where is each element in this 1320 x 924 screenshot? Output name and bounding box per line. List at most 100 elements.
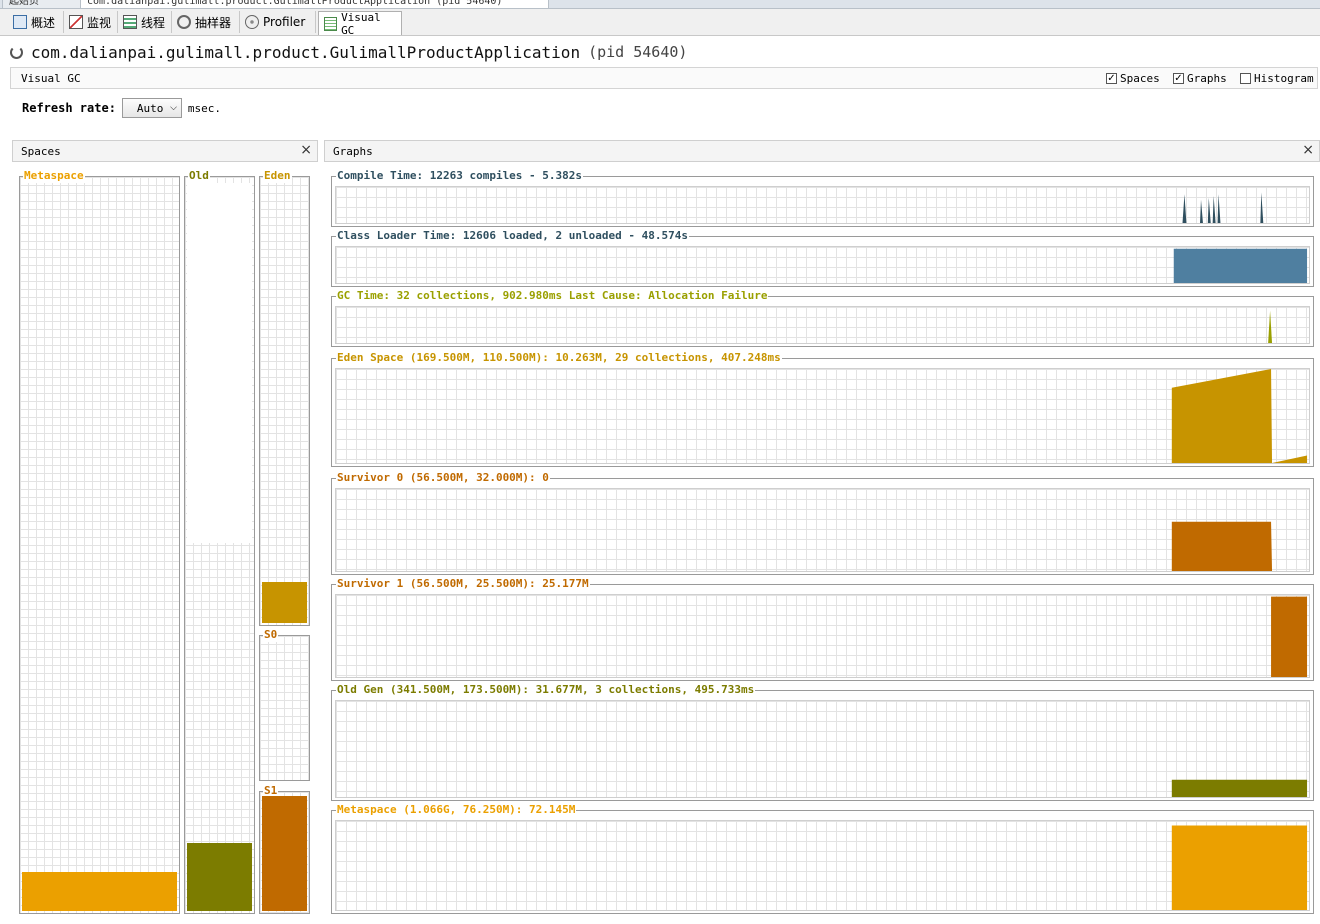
tab-visual-gc[interactable]: Visual GC xyxy=(318,10,402,37)
tab-label: Profiler xyxy=(263,15,306,29)
app-title-row: com.dalianpai.gulimall.product.GulimallP… xyxy=(10,41,687,63)
spaces-panel-title: Spaces xyxy=(21,145,61,158)
app-title: com.dalianpai.gulimall.product.GulimallP… xyxy=(31,42,581,62)
tab-label: 概述 xyxy=(31,15,56,30)
graphs-panel-title: Graphs xyxy=(333,145,373,158)
graph-label-gctime: GC Time: 32 collections, 902.980ms Last … xyxy=(336,289,769,303)
graph-label-classloader: Class Loader Time: 12606 loaded, 2 unloa… xyxy=(336,229,689,243)
sampler-icon xyxy=(177,15,191,29)
s1-area xyxy=(1271,596,1308,677)
overview-icon xyxy=(13,15,27,29)
graph-label-compile: Compile Time: 12263 compiles - 5.382s xyxy=(336,169,584,183)
close-icon[interactable]: × xyxy=(300,142,312,158)
tab-threads[interactable]: 线程 xyxy=(118,11,172,33)
spaces-check-box[interactable]: ✓ xyxy=(1106,73,1117,84)
visualgc-icon xyxy=(324,16,338,31)
space-label-s0: S0 xyxy=(263,628,279,642)
graphs-panel-header: Graphs × xyxy=(324,140,1320,162)
spaces-checkbox-label: Spaces xyxy=(1120,72,1160,85)
graph-old-gen: Old Gen (341.500M, 173.500M): 31.677M, 3… xyxy=(331,683,1314,801)
oldgen-area xyxy=(1171,779,1308,797)
space-fill-metaspace xyxy=(22,872,177,911)
refresh-rate-row: Refresh rate: Auto ⌵ msec. xyxy=(22,98,221,118)
tab-profiler[interactable]: Profiler xyxy=(240,11,316,33)
graph-compile-time: Compile Time: 12263 compiles - 5.382s xyxy=(331,169,1314,227)
s0-series xyxy=(1171,521,1273,571)
spaces-panel-header: Spaces × xyxy=(12,140,318,162)
space-fill-s1 xyxy=(262,796,307,911)
space-s1: S1 xyxy=(259,784,310,914)
visual-gc-header: Visual GC ✓ Spaces ✓ Graphs Histogram xyxy=(10,67,1318,89)
histogram-checkbox[interactable]: Histogram xyxy=(1240,72,1314,85)
refresh-rate-value: Auto xyxy=(136,101,164,115)
graph-plot-compile xyxy=(335,186,1310,224)
graphs-checkbox-label: Graphs xyxy=(1187,72,1227,85)
space-fill-old xyxy=(187,843,252,911)
refresh-rate-label: Refresh rate: xyxy=(22,101,116,115)
graph-label-eden: Eden Space (169.500M, 110.500M): 10.263M… xyxy=(336,351,782,365)
close-icon[interactable]: × xyxy=(1302,142,1314,158)
view-tabbar: 概述 监视 线程 抽样器 Profiler Visual GC xyxy=(0,9,1320,37)
oldgen-series xyxy=(1171,779,1308,797)
compile-spikes xyxy=(1182,192,1264,223)
eden-series xyxy=(1171,369,1308,463)
refresh-rate-unit: msec. xyxy=(187,101,222,115)
graph-gc-time: GC Time: 32 collections, 902.980ms Last … xyxy=(331,289,1314,347)
visual-gc-label: Visual GC xyxy=(21,72,81,85)
space-old: Old xyxy=(184,169,255,914)
histogram-checkbox-label: Histogram xyxy=(1254,72,1314,85)
threads-icon xyxy=(123,15,137,29)
tab-label: 线程 xyxy=(141,15,166,30)
graph-metaspace: Metaspace (1.066G, 76.250M): 72.145M xyxy=(331,803,1314,914)
tab-sampler[interactable]: 抽样器 xyxy=(172,11,240,33)
doc-tab-start-page[interactable]: 起始页 xyxy=(2,0,82,8)
tab-monitor[interactable]: 监视 xyxy=(64,11,118,33)
graph-eden-space: Eden Space (169.500M, 110.500M): 10.263M… xyxy=(331,351,1314,467)
graph-class-loader-time: Class Loader Time: 12606 loaded, 2 unloa… xyxy=(331,229,1314,287)
graph-plot-metaspace xyxy=(335,820,1310,911)
metaspace-series xyxy=(1171,825,1308,910)
chevron-down-icon: ⌵ xyxy=(170,103,177,113)
tab-overview[interactable]: 概述 xyxy=(8,11,64,33)
graph-label-metaspace: Metaspace (1.066G, 76.250M): 72.145M xyxy=(336,803,577,817)
doc-tab-application[interactable]: com.dalianpai.gulimall.product.GulimallP… xyxy=(80,0,549,8)
graph-plot-classloader xyxy=(335,246,1310,284)
classloader-series xyxy=(1173,248,1308,283)
metaspace-area xyxy=(1171,825,1308,910)
graph-survivor-1: Survivor 1 (56.500M, 25.500M): 25.177M xyxy=(331,577,1314,681)
space-label-eden: Eden xyxy=(263,169,292,183)
tab-label: Visual GC xyxy=(341,10,381,37)
space-old-unused xyxy=(187,183,252,543)
s0-area xyxy=(1171,521,1273,571)
graph-label-s1: Survivor 1 (56.500M, 25.500M): 25.177M xyxy=(336,577,590,591)
gctime-series xyxy=(1268,310,1273,343)
eden-area xyxy=(1171,369,1308,463)
compile-time-series xyxy=(1182,192,1264,223)
space-label-old: Old xyxy=(188,169,210,183)
classloader-area xyxy=(1173,248,1308,283)
tab-label: 监视 xyxy=(87,15,112,30)
graph-plot-eden xyxy=(335,368,1310,464)
graph-plot-s1 xyxy=(335,594,1310,678)
space-metaspace: Metaspace xyxy=(19,169,180,914)
graph-label-s0: Survivor 0 (56.500M, 32.000M): 0 xyxy=(336,471,550,485)
profiler-icon xyxy=(245,15,259,29)
s1-series xyxy=(1271,596,1308,677)
graphs-check-box[interactable]: ✓ xyxy=(1173,73,1184,84)
graph-plot-s0 xyxy=(335,488,1310,572)
spaces-checkbox[interactable]: ✓ Spaces xyxy=(1106,72,1160,85)
pid-label: (pid 54640) xyxy=(588,43,688,61)
space-s0: S0 xyxy=(259,628,310,781)
loading-spinner-icon xyxy=(10,45,23,59)
refresh-rate-select[interactable]: Auto ⌵ xyxy=(121,98,182,118)
tab-label: 抽样器 xyxy=(195,15,232,30)
histogram-check-box[interactable] xyxy=(1240,73,1251,84)
graphs-checkbox[interactable]: ✓ Graphs xyxy=(1173,72,1227,85)
graph-plot-oldgen xyxy=(335,700,1310,798)
space-eden: Eden xyxy=(259,169,310,626)
space-fill-eden xyxy=(262,582,307,623)
space-label-metaspace: Metaspace xyxy=(23,169,85,183)
graph-plot-gctime xyxy=(335,306,1310,344)
gctime-spike xyxy=(1268,310,1273,343)
monitor-icon xyxy=(69,15,83,29)
